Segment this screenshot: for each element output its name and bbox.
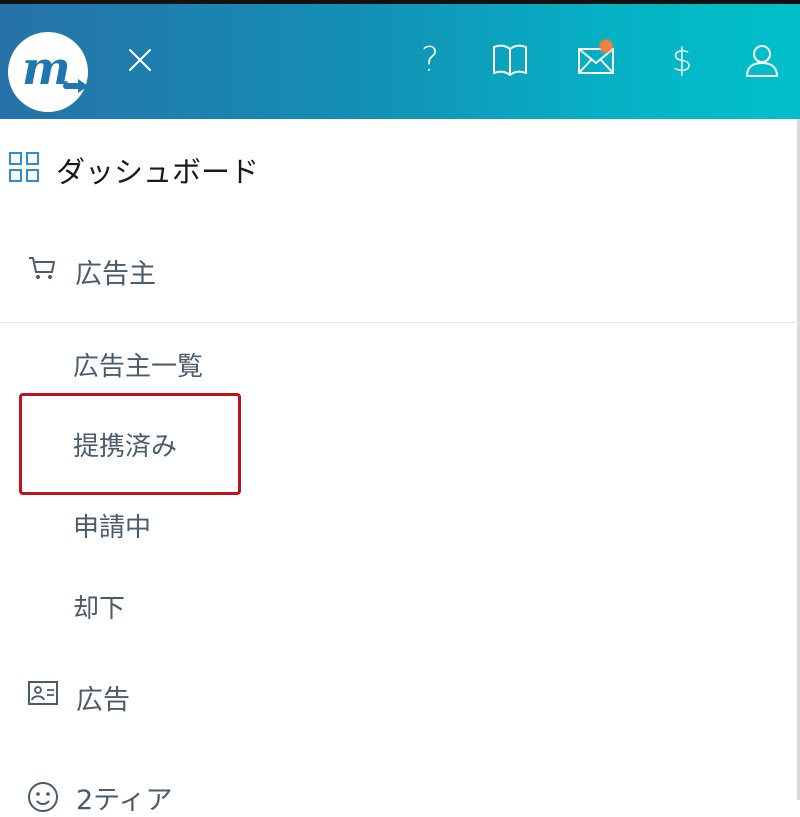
close-icon[interactable] [124,44,156,76]
menu-2tier[interactable]: 2ティア [76,778,173,817]
menu-advertiser[interactable]: 広告主 [75,252,156,291]
cart-icon [28,255,56,285]
dollar-glyph: $ [671,41,693,79]
book-icon[interactable] [490,40,530,80]
help-icon[interactable]: ? [410,40,450,80]
highlight-box [19,393,241,495]
menu-ads[interactable]: 広告 [76,678,130,717]
id-card-icon [28,681,58,709]
user-icon[interactable] [742,40,782,80]
app-logo[interactable]: m [8,32,88,112]
menu-dashboard[interactable]: ダッシュボード [56,149,259,191]
submenu-advertiser-list[interactable]: 広告主一覧 [73,346,203,383]
grid-icon [9,152,39,186]
smiley-icon [27,781,59,817]
help-glyph: ? [420,40,440,80]
notification-badge [600,40,612,52]
menu-divider [0,322,800,323]
top-header: m ? $ [0,0,800,119]
mail-icon[interactable] [576,40,616,80]
submenu-rejected[interactable]: 却下 [73,588,125,625]
dollar-icon[interactable]: $ [662,40,702,80]
submenu-pending[interactable]: 申請中 [73,507,151,544]
